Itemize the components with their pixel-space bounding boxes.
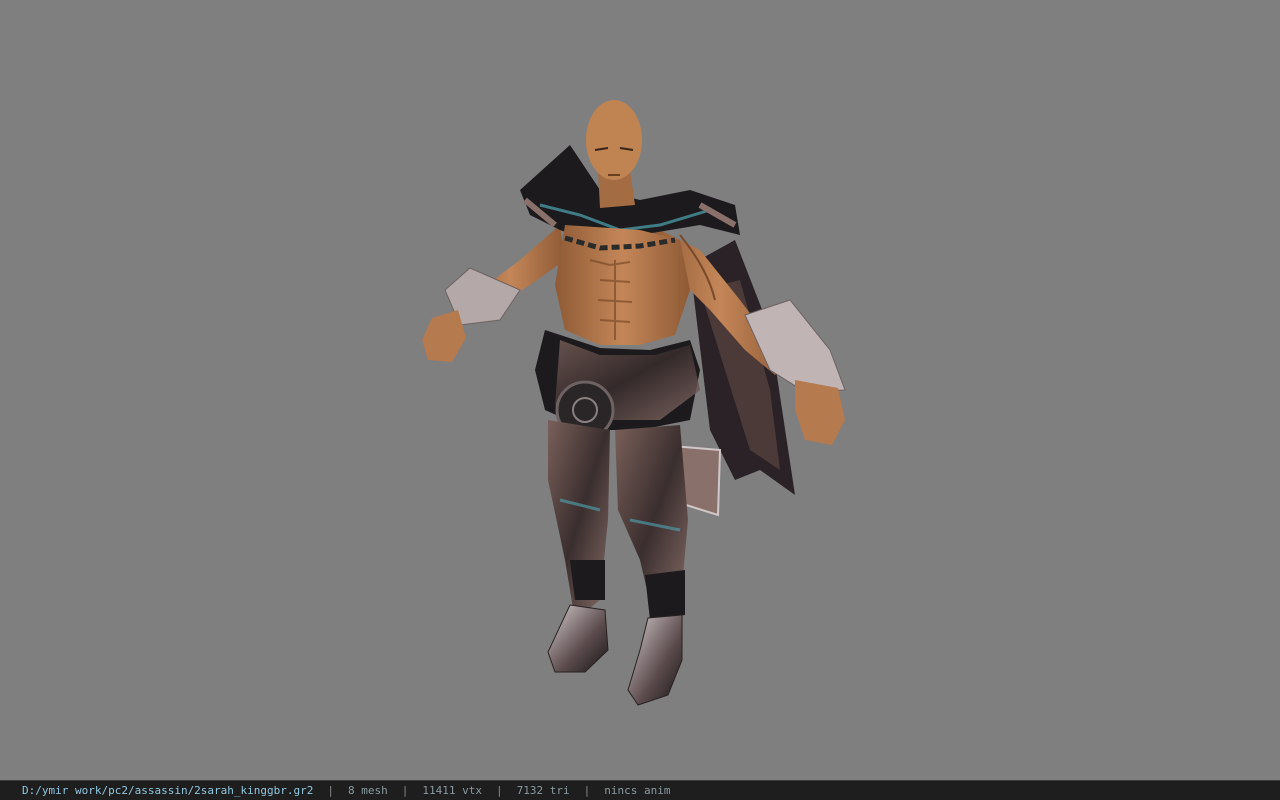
separator: | xyxy=(583,784,591,797)
file-path: D:/ymir work/pc2/assassin/2sarah_kinggbr… xyxy=(22,784,314,797)
3d-viewport[interactable] xyxy=(0,0,1280,780)
torso xyxy=(555,225,690,345)
status-bar: D:/ymir work/pc2/assassin/2sarah_kinggbr… xyxy=(0,780,1280,800)
separator: | xyxy=(327,784,335,797)
right-boot xyxy=(627,614,683,706)
left-boot xyxy=(547,604,609,673)
separator: | xyxy=(401,784,409,797)
separator: | xyxy=(496,784,503,797)
right-hand xyxy=(795,380,845,445)
head xyxy=(586,100,642,180)
animation-status: nincs anim xyxy=(604,784,671,797)
mesh-count: 8 mesh xyxy=(348,784,388,797)
character-model[interactable] xyxy=(0,0,1280,780)
left-hand xyxy=(422,310,466,362)
vertex-count: 11411 vtx xyxy=(422,784,483,797)
triangle-count: 7132 tri xyxy=(516,784,570,797)
